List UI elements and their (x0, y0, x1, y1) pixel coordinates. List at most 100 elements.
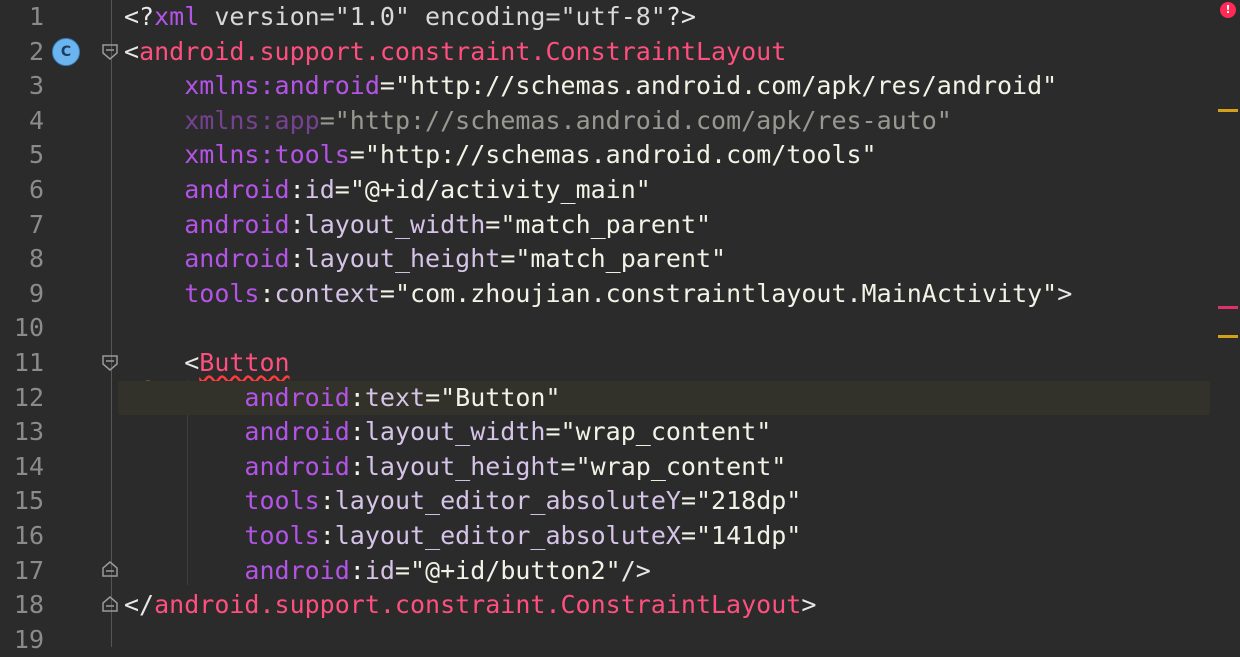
code-token: tools (244, 486, 320, 516)
fold-icon[interactable] (101, 354, 119, 372)
code-line-13[interactable]: android:layout_width="wrap_content" (124, 415, 1210, 450)
code-line-1[interactable]: <?xml version="1.0" encoding="utf-8"?> (124, 0, 1210, 35)
code-token: = (500, 244, 516, 274)
code-token: "match_parent" (500, 209, 712, 239)
code-token: : (259, 278, 275, 308)
code-token: layout_height (304, 244, 501, 274)
code-token: android (244, 382, 350, 412)
code-token: android (184, 244, 290, 274)
code-token: /> (620, 555, 651, 585)
line-number: 6 (28, 175, 44, 204)
code-token: ?> (665, 2, 696, 31)
line-number: 10 (13, 313, 44, 343)
code-line-15[interactable]: tools:layout_editor_absoluteY="218dp" (124, 484, 1210, 519)
code-token: xmlns: (184, 105, 275, 135)
warning-marker[interactable] (1218, 109, 1238, 112)
code-token: : (349, 382, 365, 412)
code-token: "com.zhoujian.constraintlayout.MainActiv… (394, 278, 1058, 308)
code-token: <? (124, 2, 155, 31)
code-token: : (289, 244, 305, 274)
line-number: 8 (28, 244, 44, 274)
code-line-3[interactable]: xmlns:android="http://schemas.android.co… (124, 69, 1210, 104)
code-line-16[interactable]: tools:layout_editor_absoluteX="141dp" (124, 519, 1210, 554)
code-line-7[interactable]: android:layout_width="match_parent" (124, 208, 1210, 243)
class-badge-letter: C (60, 44, 72, 60)
code-token: </ (124, 590, 155, 620)
code-line-14[interactable]: android:layout_height="wrap_content" (124, 450, 1210, 485)
code-token: "http://schemas.android.com/apk/res-auto… (334, 105, 952, 135)
code-token: "218dp" (696, 486, 802, 516)
class-badge-icon[interactable]: C (52, 38, 80, 66)
code-token: "@+id/button2" (410, 555, 621, 585)
fold-icon[interactable] (101, 43, 119, 61)
code-token: "@+id/activity_main" (349, 175, 651, 204)
line-number: 2 (28, 36, 44, 66)
code-line-18[interactable]: </android.support.constraint.ConstraintL… (124, 588, 1210, 623)
fold-icon[interactable] (101, 595, 119, 613)
code-line-6[interactable]: android:id="@+id/activity_main" (124, 173, 1210, 208)
error-symbol: ! (1225, 3, 1231, 16)
code-token: > (801, 590, 817, 620)
code-token: > (1057, 278, 1073, 308)
line-number: 19 (13, 624, 44, 654)
code-line-2[interactable]: <android.support.constraint.ConstraintLa… (124, 35, 1210, 70)
code-token: "Button" (440, 382, 561, 412)
code-token: = (680, 486, 696, 516)
code-token: = (319, 105, 335, 135)
code-token: : (289, 209, 305, 239)
line-number: 5 (28, 140, 44, 170)
code-token: = (349, 140, 365, 170)
code-token: : (349, 451, 365, 481)
warning-marker[interactable] (1218, 335, 1238, 338)
code-token: : (289, 175, 305, 204)
code-token: android (244, 555, 350, 585)
line-number: 4 (28, 105, 44, 135)
line-number: 17 (13, 555, 44, 585)
code-token: xml (154, 2, 200, 31)
code-line-9[interactable]: tools:context="com.zhoujian.constraintla… (124, 277, 1210, 312)
line-number: 16 (13, 521, 44, 550)
code-token: android (244, 451, 350, 481)
line-number: 3 (28, 71, 44, 101)
code-token: android.support.constraint.ConstraintLay… (139, 36, 787, 66)
code-token: android (244, 417, 350, 447)
code-token: "http://schemas.android.com/tools" (364, 140, 877, 170)
code-line-17[interactable]: android:id="@+id/button2"/> (124, 554, 1210, 589)
gutter-divider (111, 0, 112, 647)
code-token: = (394, 555, 411, 585)
code-token: android (184, 175, 290, 204)
error-marker[interactable] (1218, 306, 1238, 309)
code-token: android.support.constraint.ConstraintLay… (154, 590, 802, 620)
fold-icon[interactable] (101, 560, 119, 578)
code-token: layout_width (304, 209, 486, 239)
code-line-12[interactable]: android:text="Button" (118, 380, 1210, 416)
code-token: layout_height (364, 451, 561, 481)
code-line-11[interactable]: <Button (124, 346, 1210, 381)
code-token: app (274, 105, 320, 135)
code-token: "wrap_content" (575, 451, 787, 481)
error-indicator-icon[interactable]: ! (1220, 2, 1236, 18)
code-token: Button (199, 348, 290, 377)
code-token: = (485, 209, 501, 239)
code-token: = (425, 382, 441, 412)
code-token: layout_width (364, 417, 546, 447)
line-number: 14 (13, 451, 44, 481)
code-token: = (545, 417, 561, 447)
code-line-4[interactable]: xmlns:app="http://schemas.android.com/ap… (124, 104, 1210, 139)
code-token: android (184, 209, 290, 239)
code-token: = (560, 451, 576, 481)
code-token: tools (274, 140, 350, 170)
code-token: = (334, 175, 350, 204)
code-token: = (379, 278, 395, 308)
code-line-8[interactable]: android:layout_height="match_parent" (124, 242, 1210, 277)
line-number: 7 (28, 209, 44, 239)
code-token: : (349, 417, 365, 447)
code-token: xmlns: (184, 140, 275, 170)
code-token: < (124, 36, 140, 66)
code-token: android (274, 71, 380, 101)
code-token: = (379, 71, 395, 101)
code-token: layout_editor_absoluteY (334, 486, 681, 516)
code-line-5[interactable]: xmlns:tools="http://schemas.android.com/… (124, 138, 1210, 173)
code-token: tools (184, 278, 260, 308)
line-number: 15 (13, 486, 44, 516)
